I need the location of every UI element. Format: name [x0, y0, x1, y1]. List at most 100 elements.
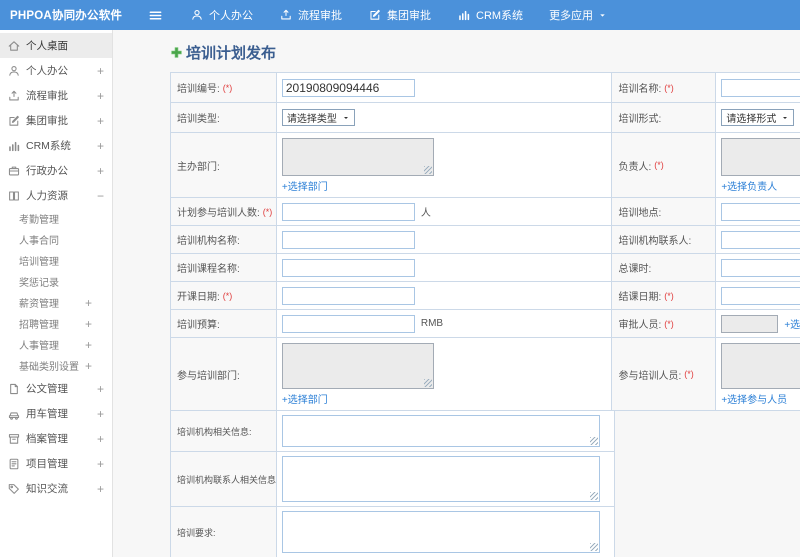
picker-textarea[interactable]: [281, 343, 434, 389]
sidebar-item[interactable]: 流程审批 +: [0, 83, 112, 108]
expand-toggle[interactable]: +: [97, 407, 104, 421]
sidebar-subitem[interactable]: 招聘管理 +: [0, 313, 112, 334]
sidebar-subitem-label: 基础类别设置: [19, 362, 79, 373]
text-input[interactable]: [281, 230, 415, 249]
sidebar-item[interactable]: 集团审批 +: [0, 108, 112, 133]
field-label-cell: 参与培训部门:: [171, 338, 277, 411]
nav-item-3[interactable]: 集团审批: [355, 0, 444, 30]
field-label: 结课日期:: [618, 292, 662, 303]
topbar: PHPOA协同办公软件 个人办公 流程审批 集团审批 CRM系统 更多应用: [0, 0, 800, 30]
sidebar-item[interactable]: 个人桌面: [0, 33, 112, 58]
picker-link[interactable]: +选择参与人员: [721, 391, 787, 406]
expand-toggle[interactable]: +: [85, 359, 92, 373]
picker-textarea[interactable]: [721, 138, 800, 176]
required-marker: (*): [664, 82, 674, 93]
textarea-field[interactable]: [282, 511, 600, 553]
nav-item-2[interactable]: 流程审批: [266, 0, 355, 30]
picker-textarea[interactable]: [721, 343, 800, 389]
expand-toggle[interactable]: +: [85, 338, 92, 352]
text-input[interactable]: [281, 286, 415, 305]
field-label: 参与培训部门:: [177, 370, 240, 382]
form-row: 参与培训部门: +选择部门 参与培训人员: (*) +选择参与人员: [171, 338, 800, 411]
picker-input[interactable]: [721, 314, 779, 333]
sidebar-subitem-label: 人事管理: [19, 341, 59, 352]
form-row: 培训课程名称: 总课时:: [171, 254, 800, 282]
sidebar-item[interactable]: 人力资源 −: [0, 183, 112, 208]
archive-icon: [7, 432, 21, 446]
picker-textarea[interactable]: [281, 138, 434, 176]
field-cell: 人: [276, 198, 613, 226]
sidebar-item[interactable]: 用车管理 +: [0, 401, 112, 426]
select-box[interactable]: 请选择类型: [281, 109, 355, 126]
field-cell: 请选择类型: [276, 103, 613, 133]
text-input[interactable]: [281, 78, 415, 97]
field-cell: [277, 411, 615, 452]
sidebar-item[interactable]: 知识交流 +: [0, 476, 112, 501]
picker-link[interactable]: +选择负责人: [721, 178, 777, 193]
sidebar-item[interactable]: 行政办公 +: [0, 158, 112, 183]
field-label: 培训类型:: [177, 114, 220, 125]
picker-link[interactable]: +选择部门: [282, 391, 328, 406]
expand-toggle[interactable]: +: [97, 89, 104, 103]
sidebar-subitem-label: 人事合同: [19, 236, 59, 247]
text-input[interactable]: [721, 286, 800, 305]
layout: 个人桌面 个人办公 + 流程审批 + 集团审批 + CRM系统 + 行政办公 + 人力资源 − 考勤管理人…: [0, 30, 800, 557]
sidebar-subitem[interactable]: 人事管理 +: [0, 334, 112, 355]
sidebar-subitem[interactable]: 考勤管理: [0, 208, 112, 229]
nav-item-5[interactable]: 更多应用: [536, 0, 620, 30]
form-row: 计划参与培训人数: (*) 人 培训地点:: [171, 198, 800, 226]
expand-toggle[interactable]: +: [85, 317, 92, 331]
sidebar-item[interactable]: CRM系统 +: [0, 133, 112, 158]
caret-icon: [342, 114, 350, 122]
nav-item-label: 集团审批: [387, 10, 431, 22]
field-label-cell: 培训地点:: [612, 198, 717, 226]
caret-icon: [781, 114, 789, 122]
expand-toggle[interactable]: +: [97, 482, 104, 496]
text-input[interactable]: [281, 314, 415, 333]
picker-link[interactable]: +选择部门: [282, 178, 328, 193]
add-icon: [170, 46, 183, 59]
sidebar-item[interactable]: 公文管理 +: [0, 376, 112, 401]
expand-toggle[interactable]: −: [97, 189, 104, 203]
sidebar-item-label: 项目管理: [26, 458, 68, 470]
textarea-field[interactable]: [282, 456, 600, 502]
expand-toggle[interactable]: +: [97, 164, 104, 178]
picker-link[interactable]: +选择审批人员: [784, 316, 800, 331]
sidebar-subitem[interactable]: 奖惩记录: [0, 271, 112, 292]
select-box[interactable]: 请选择形式: [721, 109, 795, 126]
expand-toggle[interactable]: +: [97, 457, 104, 471]
field-label-cell: 开课日期: (*): [171, 282, 277, 310]
sidebar-subitem[interactable]: 培训管理: [0, 250, 112, 271]
sidebar-subitem[interactable]: 人事合同: [0, 229, 112, 250]
text-input[interactable]: [721, 258, 800, 277]
sidebar-item[interactable]: 项目管理 +: [0, 451, 112, 476]
text-input[interactable]: [721, 202, 800, 221]
expand-toggle[interactable]: +: [97, 432, 104, 446]
sidebar-subitem[interactable]: 薪资管理 +: [0, 292, 112, 313]
field-label: 主办部门:: [177, 161, 220, 173]
textarea-field[interactable]: [282, 415, 600, 447]
text-input[interactable]: [281, 258, 415, 277]
expand-toggle[interactable]: +: [97, 114, 104, 128]
form-table: 培训编号:(*)培训名称:(*)培训类型:请选择类型培训形式:请选择形式主办部门…: [170, 72, 800, 411]
sidebar-item[interactable]: 档案管理 +: [0, 426, 112, 451]
expand-toggle[interactable]: +: [97, 382, 104, 396]
field-cell: +选择部门: [276, 133, 613, 198]
expand-toggle[interactable]: +: [97, 64, 104, 78]
field-cell: 请选择形式: [716, 103, 800, 133]
sidebar-subitem[interactable]: 基础类别设置 +: [0, 355, 112, 376]
nav-item-1[interactable]: 个人办公: [177, 0, 266, 30]
text-input[interactable]: [721, 230, 800, 249]
text-input[interactable]: [281, 202, 415, 221]
menu-toggle-icon[interactable]: [148, 8, 163, 23]
expand-toggle[interactable]: +: [97, 139, 104, 153]
app-brand: PHPOA协同办公软件: [10, 10, 123, 22]
expand-toggle[interactable]: +: [85, 296, 92, 310]
sidebar-item[interactable]: 个人办公 +: [0, 58, 112, 83]
text-input[interactable]: [721, 78, 800, 97]
field-label-cell: 培训机构名称:: [171, 226, 277, 254]
field-label: 培训机构联系人:: [618, 236, 692, 247]
nav-item-4[interactable]: CRM系统: [444, 0, 536, 30]
form-row: 主办部门: +选择部门 负责人: (*) +选择负责人: [171, 133, 800, 198]
field-cell: +选择审批人员: [716, 310, 800, 338]
